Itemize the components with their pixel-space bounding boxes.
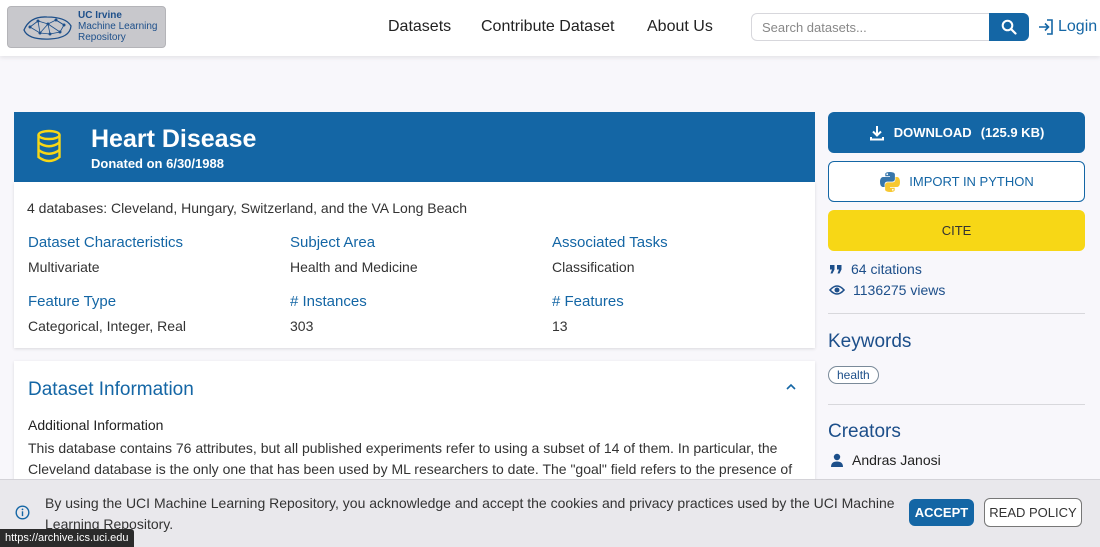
subject-area-label: Subject Area [290, 234, 376, 251]
associated-tasks-label: Associated Tasks [552, 234, 668, 251]
download-icon [869, 125, 884, 140]
instances-value: 303 [290, 318, 314, 334]
login-icon [1039, 19, 1053, 35]
subject-area-value: Health and Medicine [290, 259, 418, 275]
dataset-title: Heart Disease [91, 125, 257, 153]
creator-name: Andras Janosi [852, 452, 941, 468]
nav-contribute-link[interactable]: Contribute Dataset [481, 18, 614, 36]
views-count: 1136275 views [853, 282, 946, 298]
search-input[interactable] [752, 14, 982, 40]
search-icon [1001, 19, 1017, 35]
dataset-summary-card: 4 databases: Cleveland, Hungary, Switzer… [14, 182, 815, 348]
features-label: # Features [552, 293, 624, 310]
accept-button[interactable]: ACCEPT [909, 499, 974, 526]
characteristics-label: Dataset Characteristics [28, 234, 184, 251]
logo-line3: Repository [78, 32, 126, 43]
keyword-tag[interactable]: health [828, 366, 879, 384]
feature-type-value: Categorical, Integer, Real [28, 318, 186, 334]
creator-item: Andras Janosi [830, 452, 941, 468]
logo-line1: UC Irvine [78, 10, 122, 21]
donated-date: Donated on 6/30/1988 [91, 156, 224, 171]
features-value: 13 [552, 318, 568, 334]
instances-label: # Instances [290, 293, 367, 310]
associated-tasks-value: Classification [552, 259, 635, 275]
nav-about-link[interactable]: About Us [647, 18, 713, 36]
python-icon [880, 171, 901, 192]
login-link[interactable]: Login [1037, 18, 1097, 36]
cookie-banner: By using the UCI Machine Learning Reposi… [0, 479, 1100, 547]
quote-icon [830, 265, 842, 274]
additional-information-label: Additional Information [28, 417, 164, 433]
download-label: DOWNLOAD [893, 125, 972, 140]
download-button[interactable]: DOWNLOAD (125.9 KB) [828, 112, 1085, 153]
login-label: Login [1058, 18, 1098, 35]
search-button[interactable] [989, 13, 1029, 41]
views-stat: 1136275 views [829, 282, 945, 298]
nav-datasets-link[interactable]: Datasets [388, 18, 451, 36]
cite-button[interactable]: CITE [828, 210, 1085, 251]
info-icon [15, 505, 30, 520]
feature-type-label: Feature Type [28, 293, 117, 310]
cookie-message: By using the UCI Machine Learning Reposi… [45, 495, 895, 532]
additional-information-text: This database contains 76 attributes, bu… [28, 440, 793, 477]
eye-icon [829, 285, 845, 295]
citations-count: 64 citations [851, 261, 922, 277]
characteristics-value: Multivariate [28, 259, 100, 275]
network-logo-icon [23, 16, 72, 40]
database-icon [37, 129, 61, 163]
logo-line2: Machine Learning [78, 21, 158, 32]
logo-text: UC Irvine Machine Learning Repository [78, 10, 158, 43]
sidebar-divider [828, 404, 1085, 405]
sidebar-divider [828, 313, 1085, 314]
chevron-up-icon[interactable] [785, 381, 797, 393]
dataset-information-title[interactable]: Dataset Information [28, 379, 194, 401]
cite-label: CITE [941, 223, 972, 238]
creators-heading: Creators [828, 421, 901, 442]
citations-stat[interactable]: 64 citations [829, 261, 922, 277]
keywords-heading: Keywords [828, 331, 912, 352]
top-navbar: UC Irvine Machine Learning Repository Da… [0, 0, 1100, 56]
dataset-description: 4 databases: Cleveland, Hungary, Switzer… [27, 200, 467, 216]
download-size: (125.9 KB) [980, 125, 1045, 140]
read-policy-button[interactable]: READ POLICY [984, 498, 1082, 527]
dataset-title-bar: Heart Disease Donated on 6/30/1988 [14, 112, 815, 182]
status-bar-url: https://archive.ics.uci.edu [0, 529, 134, 547]
search-box [751, 13, 991, 41]
import-in-python-button[interactable]: IMPORT IN PYTHON [828, 161, 1085, 202]
uci-logo[interactable]: UC Irvine Machine Learning Repository [7, 6, 166, 48]
import-label: IMPORT IN PYTHON [909, 174, 1034, 189]
person-icon [831, 453, 843, 467]
